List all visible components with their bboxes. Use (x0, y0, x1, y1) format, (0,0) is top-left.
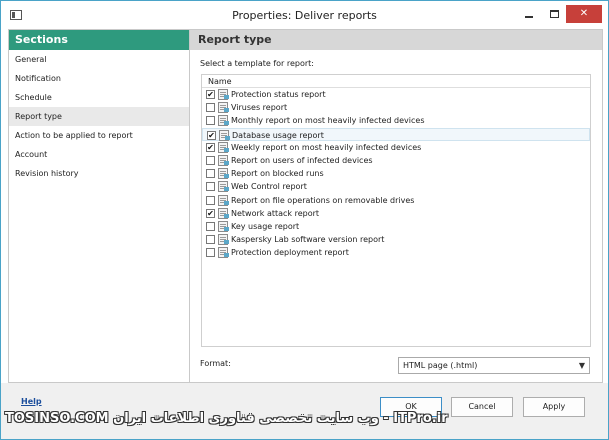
close-icon: ✕ (579, 8, 589, 19)
report-label: Monthly report on most heavily infected … (231, 116, 425, 126)
report-template-icon (218, 220, 229, 232)
report-label: Report on file operations on removable d… (231, 195, 415, 205)
report-checkbox[interactable]: ✔ (207, 130, 216, 140)
sidebar-item-general[interactable]: General (9, 50, 189, 69)
report-label: Network attack report (231, 208, 320, 218)
report-label: Report on blocked runs (231, 169, 324, 179)
report-checkbox[interactable] (206, 116, 215, 126)
list-item[interactable]: Kaspersky Lab software version report (202, 233, 590, 246)
report-label: Viruses report (231, 103, 288, 113)
list-item[interactable]: ✔ Protection status report (202, 88, 590, 101)
report-label: Key usage report (231, 221, 300, 231)
report-checkbox[interactable] (206, 169, 215, 179)
properties-window: Properties: Deliver reports ✕ Sections G… (0, 0, 609, 440)
report-checkbox[interactable] (206, 155, 215, 165)
list-item[interactable]: Report on file operations on removable d… (202, 194, 590, 207)
sidebar-item-schedule[interactable]: Schedule (9, 88, 189, 107)
dialog-footer: Help OK Cancel Apply TOSINSO.COM وب سایت… (1, 383, 608, 439)
report-checkbox[interactable] (206, 182, 215, 192)
list-item[interactable]: Report on users of infected devices (202, 154, 590, 167)
sidebar-item-action[interactable]: Action to be applied to report (9, 126, 189, 145)
list-item[interactable]: Viruses report (202, 101, 590, 114)
report-template-list[interactable]: Name ✔ Protection status report Viruses re… (201, 74, 591, 347)
sidebar-item-revision-history[interactable]: Revision history (9, 164, 189, 183)
list-item[interactable]: Monthly report on most heavily infected … (202, 114, 590, 127)
report-template-icon (218, 207, 229, 219)
report-label: Web Control report (231, 182, 307, 192)
list-item[interactable]: Web Control report (202, 180, 590, 193)
report-label: Kaspersky Lab software version report (231, 235, 385, 245)
cancel-button[interactable]: Cancel (451, 397, 513, 417)
minimize-button[interactable] (517, 5, 541, 23)
report-label: Report on users of infected devices (231, 155, 373, 165)
report-template-icon (218, 181, 229, 193)
watermark-text: TOSINSO.COM وب سایت تخصصی فناوری اطلاعات… (5, 411, 448, 426)
sidebar-item-notification[interactable]: Notification (9, 69, 189, 88)
report-rows: ✔ Protection status report Viruses report M… (202, 88, 590, 259)
report-checkbox[interactable]: ✔ (206, 208, 215, 218)
sidebar-item-account[interactable]: Account (9, 145, 189, 164)
report-checkbox[interactable]: ✔ (206, 142, 215, 152)
list-item[interactable]: Key usage report (202, 220, 590, 233)
list-item[interactable]: ✔ Weekly report on most heavily infected … (202, 141, 590, 154)
report-checkbox[interactable]: ✔ (206, 90, 215, 99)
sidebar-item-report-type[interactable]: Report type (9, 107, 189, 126)
title-bar[interactable]: Properties: Deliver reports ✕ (1, 1, 608, 29)
report-template-icon (218, 168, 229, 180)
sections-sidebar: Sections General Notification Schedule R… (8, 29, 189, 383)
report-label: Weekly report on most heavily infected d… (231, 142, 422, 152)
minimize-icon (525, 16, 533, 18)
format-select[interactable]: HTML page (.html) ▼ (398, 357, 590, 374)
report-checkbox[interactable] (206, 221, 215, 231)
report-label: Protection status report (231, 90, 326, 99)
close-button[interactable]: ✕ (566, 5, 602, 23)
report-checkbox[interactable] (206, 103, 215, 113)
list-item[interactable]: Report on blocked runs (202, 167, 590, 180)
list-item[interactable]: Protection deployment report (202, 246, 590, 259)
report-checkbox[interactable] (206, 248, 215, 258)
apply-button[interactable]: Apply (523, 397, 585, 417)
report-template-icon (218, 102, 229, 114)
list-item[interactable]: ✔ Network attack report (202, 207, 590, 220)
report-template-icon (218, 115, 229, 127)
report-label: Database usage report (232, 130, 324, 140)
report-template-icon (218, 194, 229, 206)
report-label: Protection deployment report (231, 248, 349, 258)
template-prompt: Select a template for report: (200, 59, 314, 68)
panel-title: Report type (190, 30, 602, 50)
report-template-icon (218, 247, 229, 259)
maximize-button[interactable] (543, 5, 567, 23)
list-item[interactable]: ✔ Database usage report (202, 127, 590, 141)
sections-header: Sections (9, 30, 189, 50)
report-template-icon (218, 234, 229, 246)
report-checkbox[interactable] (206, 235, 215, 245)
report-template-icon (219, 129, 230, 141)
format-value: HTML page (.html) (403, 361, 478, 370)
report-template-icon (218, 89, 229, 100)
report-template-icon (218, 154, 229, 166)
report-checkbox[interactable] (206, 195, 215, 205)
maximize-icon (550, 10, 559, 18)
report-template-icon (218, 141, 229, 153)
report-type-panel: Report type Select a template for report… (189, 29, 603, 383)
format-label: Format: (200, 359, 231, 368)
column-header-name[interactable]: Name (202, 75, 590, 88)
help-link[interactable]: Help (21, 397, 42, 406)
dropdown-arrow-icon: ▼ (578, 361, 585, 370)
